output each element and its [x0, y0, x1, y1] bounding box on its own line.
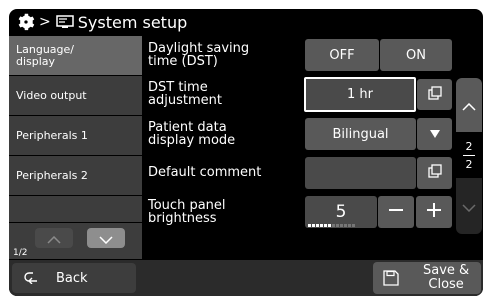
setting-label-line1: Daylight saving — [148, 40, 250, 56]
setting-label-patient-display-mode: Patient data display mode — [148, 115, 298, 152]
setting-label-line2: display mode — [148, 132, 236, 148]
dst-adjustment-open-button[interactable] — [417, 79, 452, 110]
default-comment-open-button[interactable] — [417, 157, 452, 189]
system-setup-icon — [55, 15, 78, 29]
setting-label-touch-brightness: Touch panel brightness — [148, 193, 298, 230]
header-bar: > System setup — [9, 9, 483, 35]
setting-row-dst-adjustment: DST time adjustment 1 hr — [143, 75, 454, 112]
setting-row-patient-display-mode: Patient data display mode Bilingual — [143, 115, 454, 152]
brightness-level-dot — [324, 224, 327, 227]
brightness-value: 5 — [305, 196, 377, 228]
brightness-level-dot — [332, 224, 335, 227]
footer-bar: Back Save & Close — [9, 260, 483, 296]
setting-label-line2: adjustment — [148, 92, 222, 108]
chevron-up-icon — [47, 229, 61, 248]
scroll-current-page: 2 — [465, 139, 473, 153]
back-button[interactable]: Back — [12, 263, 136, 293]
dst-off-button[interactable]: OFF — [305, 39, 379, 71]
sidebar-label-line2: display — [16, 54, 56, 68]
setting-label-dst: Daylight saving time (DST) — [148, 36, 298, 73]
brightness-decrease-button[interactable] — [378, 196, 414, 228]
brightness-increase-button[interactable] — [416, 196, 452, 228]
sidebar-item-empty — [9, 196, 142, 222]
patient-display-mode-select[interactable]: Bilingual — [305, 118, 416, 150]
setting-label-default-comment: Default comment — [148, 154, 298, 191]
chevron-down-icon — [462, 197, 476, 216]
sidebar-page-up-button[interactable] — [35, 228, 73, 248]
setting-label-line2: time (DST) — [148, 53, 218, 69]
brightness-level-dot — [352, 224, 355, 227]
setting-row-dst: Daylight saving time (DST) OFF ON — [143, 36, 454, 73]
save-label-line2: Close — [428, 277, 464, 292]
minus-icon — [388, 202, 404, 222]
back-button-label: Back — [56, 270, 88, 286]
chevron-up-icon — [462, 96, 476, 115]
scroll-total-pages: 2 — [465, 157, 473, 171]
setting-label-line1: Touch panel — [148, 197, 226, 213]
save-label-line1: Save & — [423, 263, 470, 278]
dst-adjustment-value-text: 1 hr — [347, 87, 373, 102]
setting-label-line2: brightness — [148, 210, 217, 226]
chevron-down-icon — [99, 229, 113, 248]
sidebar-item-peripherals-2[interactable]: Peripherals 2 — [9, 156, 142, 195]
sidebar-item-video-output[interactable]: Video output — [9, 76, 142, 115]
brightness-level-dot — [308, 224, 311, 227]
brightness-level-dot — [316, 224, 319, 227]
save-icon — [383, 270, 399, 286]
triangle-down-icon — [429, 127, 440, 142]
scroll-down-button[interactable] — [456, 178, 482, 234]
sidebar-page-indicator: 1/2 — [13, 248, 28, 258]
popup-window-icon — [427, 164, 442, 182]
patient-display-mode-value: Bilingual — [332, 126, 389, 142]
scroll-page-indicator: 2 2 — [456, 133, 482, 177]
save-close-button[interactable]: Save & Close — [373, 262, 481, 294]
dst-on-button[interactable]: ON — [380, 39, 452, 71]
sidebar-pager: 1/2 — [9, 223, 142, 259]
page-divider — [463, 154, 475, 156]
save-close-label: Save & Close — [423, 264, 469, 292]
sidebar-item-label: Peripherals 2 — [16, 168, 88, 182]
plus-icon — [426, 202, 442, 222]
sidebar-item-language-display[interactable]: Language/ display — [9, 36, 142, 75]
page-title: System setup — [77, 12, 188, 32]
breadcrumb-separator: > — [39, 14, 51, 30]
sidebar-label-line1: Language/ — [16, 42, 74, 56]
brightness-level-dot — [340, 224, 343, 227]
setting-label-line1: Patient data — [148, 119, 227, 135]
setting-row-default-comment: Default comment — [143, 154, 454, 191]
sidebar-item-label: Video output — [16, 88, 87, 102]
gear-icon — [9, 13, 35, 31]
setting-row-touch-brightness: Touch panel brightness 5 — [143, 193, 454, 230]
system-setup-screen: > System setup Language/ display Video o… — [9, 9, 483, 296]
setting-label-line1: Default comment — [148, 165, 262, 180]
dst-off-label: OFF — [329, 47, 355, 63]
brightness-level-dot — [312, 224, 315, 227]
default-comment-field[interactable] — [305, 157, 416, 189]
sidebar-item-peripherals-1[interactable]: Peripherals 1 — [9, 116, 142, 155]
popup-window-icon — [427, 85, 442, 104]
patient-display-mode-dropdown-button[interactable] — [417, 118, 452, 150]
scroll-up-button[interactable] — [456, 78, 482, 132]
brightness-level-indicator — [308, 224, 355, 227]
back-arrow-icon — [24, 272, 38, 284]
brightness-level-dot — [344, 224, 347, 227]
brightness-value-text: 5 — [335, 202, 347, 222]
brightness-level-dot — [348, 224, 351, 227]
setting-label-line1: DST time — [148, 79, 208, 95]
dst-on-label: ON — [406, 47, 426, 63]
brightness-level-dot — [320, 224, 323, 227]
brightness-level-dot — [336, 224, 339, 227]
sidebar-page-down-button[interactable] — [87, 228, 125, 248]
dst-adjustment-value[interactable]: 1 hr — [304, 77, 416, 112]
sidebar-item-label: Peripherals 1 — [16, 128, 88, 142]
brightness-level-dot — [328, 224, 331, 227]
sidebar-item-label: Language/ display — [16, 42, 74, 68]
setting-label-dst-adjustment: DST time adjustment — [148, 75, 298, 112]
